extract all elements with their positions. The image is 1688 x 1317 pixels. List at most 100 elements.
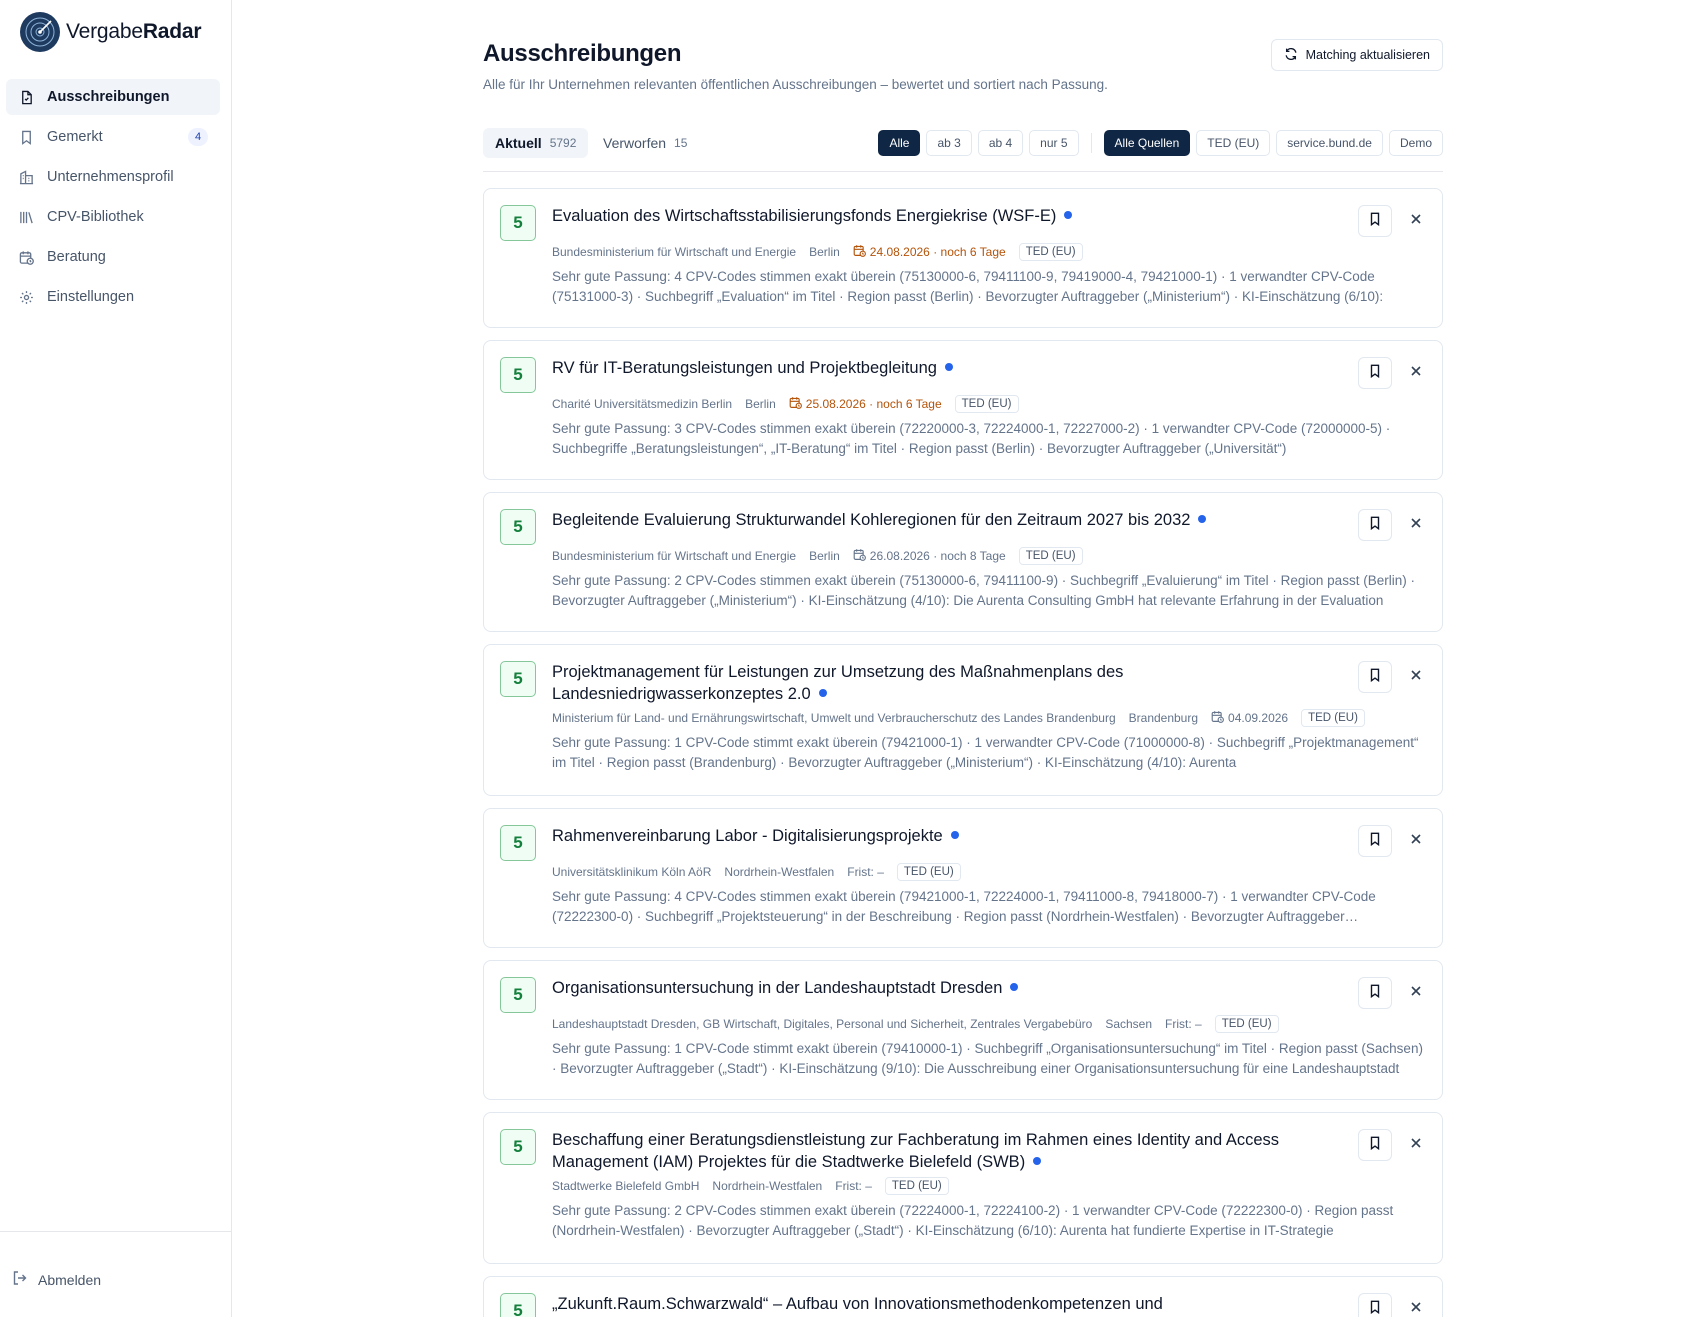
bookmark-button[interactable] [1358, 509, 1392, 541]
bookmark-button[interactable] [1358, 1129, 1392, 1161]
tender-title-text: „Zukunft.Raum.Schwarzwald“ – Aufbau von … [552, 1295, 1163, 1313]
bookmark-button[interactable] [1358, 205, 1392, 237]
sidebar-item-cpv-bibliothek[interactable]: CPV-Bibliothek [6, 199, 220, 235]
tender-match-description: Sehr gute Passung: 4 CPV-Codes stimmen e… [552, 889, 1376, 924]
tender-deadline-text: 25.08.2026 · noch 6 Tage [805, 397, 942, 411]
tender-deadline: 04.09.2026 [1211, 710, 1288, 726]
tender-title[interactable]: Begleitende Evaluierung Strukturwandel K… [552, 509, 1332, 531]
tab-verworfen[interactable]: Verworfen 15 [591, 128, 699, 158]
tender-authority: Universitätsklinikum Köln AöR [552, 865, 712, 879]
tender-card[interactable]: 5 Organisationsuntersuchung in der Landes… [483, 960, 1443, 1100]
close-icon [1410, 984, 1422, 1002]
source-badge: TED (EU) [1018, 547, 1083, 565]
source-filter-service-bund[interactable]: service.bund.de [1276, 130, 1383, 156]
dismiss-button[interactable] [1406, 211, 1426, 231]
tender-meta: Landeshauptstadt Dresden, GB Wirtschaft,… [552, 1015, 1279, 1033]
tender-title[interactable]: „Zukunft.Raum.Schwarzwald“ – Aufbau von … [552, 1293, 1332, 1315]
refresh-matching-button[interactable]: Matching aktualisieren [1270, 39, 1443, 71]
tab-label: Aktuell [495, 135, 542, 151]
score-filter-ab-3[interactable]: ab 3 [926, 130, 972, 156]
close-icon [1410, 1300, 1422, 1317]
bookmark-icon [1368, 668, 1382, 687]
tender-card[interactable]: 5 „Zukunft.Raum.Schwarzwald“ – Aufbau von… [483, 1276, 1443, 1317]
tender-card[interactable]: 5 Beschaffung einer Beratungsdienstleistu… [483, 1112, 1443, 1264]
unread-dot [818, 689, 827, 697]
score-filter-ab-4[interactable]: ab 4 [977, 130, 1024, 156]
bookmark-button[interactable] [1358, 825, 1392, 857]
bookmark-button[interactable] [1358, 1293, 1392, 1317]
bookmark-button[interactable] [1358, 977, 1392, 1009]
score-badge: 5 [500, 205, 536, 241]
tender-title-text: Rahmenvereinbarung Labor - Digitalisieru… [552, 827, 943, 845]
tab-count: 5792 [549, 136, 577, 150]
bookmark-count-badge: 4 [188, 128, 208, 146]
tender-card[interactable]: 5 RV für IT-Beratungsleistungen und Proje… [483, 340, 1443, 480]
score-badge: 5 [500, 977, 536, 1013]
tender-card[interactable]: 5 Evaluation des Wirtschaftsstabilisierun… [483, 188, 1443, 328]
tender-region: Nordrhein-Westfalen [724, 865, 835, 879]
source-filter-alle-quellen[interactable]: Alle Quellen [1103, 130, 1191, 156]
dismiss-button[interactable] [1406, 983, 1426, 1003]
tender-card[interactable]: 5 Rahmenvereinbarung Labor - Digitalisier… [483, 808, 1443, 948]
tender-title-text: RV für IT-Beratungsleistungen und Projek… [552, 359, 937, 377]
source-filter-ted[interactable]: TED (EU) [1196, 130, 1271, 156]
tender-card[interactable]: 5 Projektmanagement für Leistungen zur Um… [483, 644, 1443, 796]
logout-button[interactable]: Abmelden [12, 1270, 101, 1289]
tab-aktuell[interactable]: Aktuell 5792 [483, 128, 589, 158]
dismiss-button[interactable] [1406, 1299, 1426, 1317]
sidebar-item-label: Ausschreibungen [47, 89, 170, 105]
dismiss-button[interactable] [1406, 667, 1426, 687]
dismiss-button[interactable] [1406, 1135, 1426, 1155]
tender-title[interactable]: RV für IT-Beratungsleistungen und Projek… [552, 357, 1332, 379]
score-filter-alle[interactable]: Alle [878, 130, 921, 156]
sidebar-item-beratung[interactable]: Beratung [6, 239, 220, 275]
dismiss-button[interactable] [1406, 363, 1426, 383]
app-logo[interactable]: VergabeRadar [20, 12, 202, 52]
calendar-clock-icon [18, 249, 34, 265]
tender-title[interactable]: Rahmenvereinbarung Labor - Digitalisieru… [552, 825, 1332, 847]
bookmark-button[interactable] [1358, 661, 1392, 693]
tender-title[interactable]: Beschaffung einer Beratungsdienstleistun… [552, 1129, 1332, 1173]
tender-authority: Stadtwerke Bielefeld GmbH [552, 1179, 700, 1193]
tender-card[interactable]: 5 Begleitende Evaluierung Strukturwandel … [483, 492, 1443, 632]
tender-meta: Ministerium für Land- und Ernährungswirt… [552, 709, 1365, 727]
tender-match-description: Sehr gute Passung: 3 CPV-Codes stimmen e… [552, 421, 1391, 456]
bookmark-button[interactable] [1358, 357, 1392, 389]
calendar-clock-icon [789, 396, 802, 412]
sidebar-item-einstellungen[interactable]: Einstellungen [6, 279, 220, 315]
tender-authority: Bundesministerium für Wirtschaft und Ene… [552, 245, 797, 259]
unread-dot [1010, 983, 1019, 991]
tender-deadline: Frist: – [1165, 1017, 1202, 1031]
gear-icon [18, 289, 34, 305]
tender-title-text: Projektmanagement für Leistungen zur Ums… [552, 663, 1124, 703]
sidebar-item-gemerkt[interactable]: Gemerkt 4 [6, 119, 220, 155]
sidebar-item-unternehmensprofil[interactable]: Unternehmensprofil [6, 159, 220, 195]
logout-label: Abmelden [38, 1271, 102, 1288]
score-badge: 5 [500, 357, 536, 393]
sidebar-item-label: CPV-Bibliothek [47, 209, 144, 225]
unread-dot [1064, 211, 1073, 219]
building-icon [18, 169, 34, 185]
tender-title[interactable]: Evaluation des Wirtschaftsstabilisierung… [552, 205, 1332, 227]
tender-match-description: Sehr gute Passung: 1 CPV-Code stimmt exa… [552, 735, 1419, 770]
score-badge: 5 [500, 1129, 536, 1165]
tender-title[interactable]: Organisationsuntersuchung in der Landesh… [552, 977, 1332, 999]
close-icon [1410, 212, 1422, 230]
sidebar-item-ausschreibungen[interactable]: Ausschreibungen [6, 79, 220, 115]
dismiss-button[interactable] [1406, 515, 1426, 535]
tender-authority: Bundesministerium für Wirtschaft und Ene… [552, 549, 797, 563]
tender-title[interactable]: Projektmanagement für Leistungen zur Ums… [552, 661, 1332, 705]
filter-pills: Alle ab 3 ab 4 nur 5 Alle Quellen TED (E… [878, 130, 1443, 156]
tender-region: Brandenburg [1128, 711, 1199, 725]
page-subtitle: Alle für Ihr Unternehmen relevanten öffe… [483, 77, 1108, 92]
score-filter-nur-5[interactable]: nur 5 [1029, 130, 1079, 156]
source-badge: TED (EU) [896, 863, 961, 881]
bookmark-icon [1368, 1136, 1382, 1155]
source-filter-demo[interactable]: Demo [1388, 130, 1443, 156]
bookmark-icon [18, 129, 34, 145]
source-badge: TED (EU) [1301, 709, 1365, 727]
source-badge: TED (EU) [954, 395, 1019, 413]
dismiss-button[interactable] [1406, 831, 1426, 851]
source-badge: TED (EU) [884, 1177, 949, 1195]
close-icon [1410, 516, 1422, 534]
